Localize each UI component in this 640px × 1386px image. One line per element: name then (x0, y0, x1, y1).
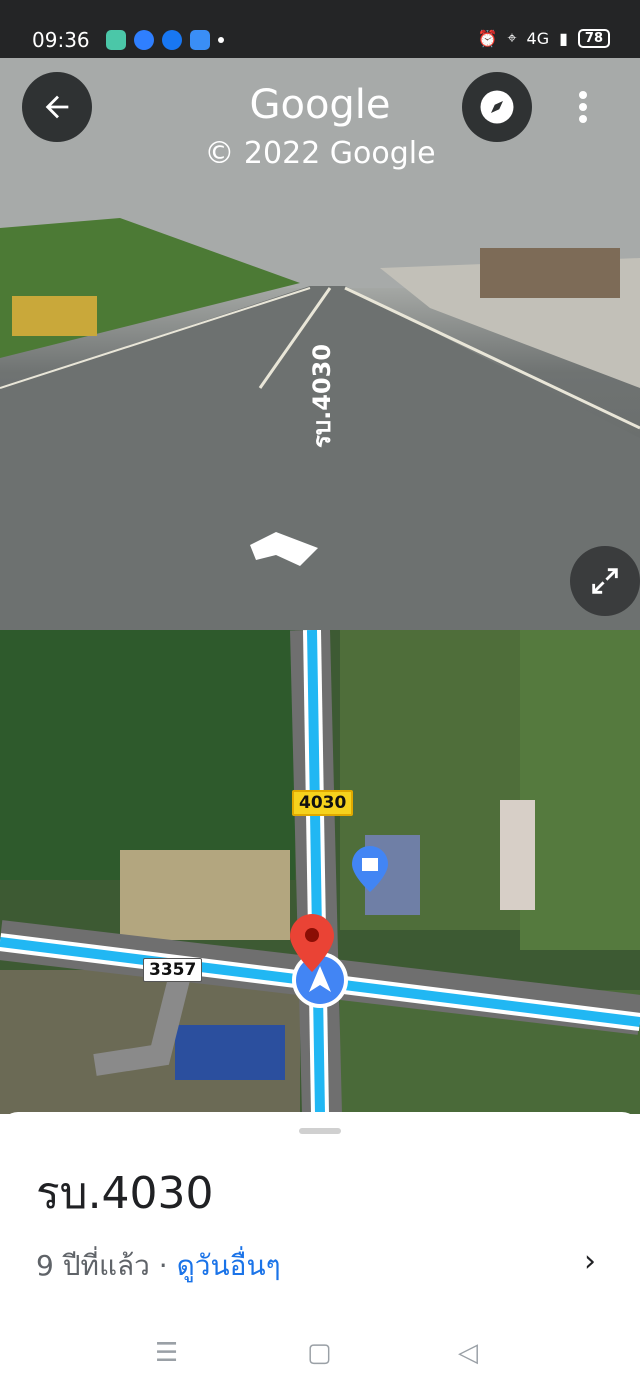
status-time: 09:36 (32, 28, 90, 52)
satellite-map (0, 630, 640, 1114)
chevron-right-icon[interactable]: › (584, 1244, 596, 1279)
app-icon (190, 30, 210, 50)
notification-icons (106, 30, 224, 50)
place-meta: 9 ปีที่แล้ว · ดูวันอื่นๆ (36, 1244, 281, 1288)
back-nav-icon[interactable]: ◁ (458, 1338, 478, 1368)
route-badge-3357: 3357 (143, 958, 203, 982)
imagery-age: 9 ปีที่แล้ว (36, 1249, 150, 1282)
facebook-icon (162, 30, 182, 50)
gallery-icon (106, 30, 126, 50)
expand-button[interactable] (570, 546, 640, 616)
route-badge-4030: 4030 (292, 790, 354, 816)
messenger-icon (134, 30, 154, 50)
expand-icon (592, 568, 618, 594)
more-vertical-icon (579, 91, 587, 123)
brand-title: Google (249, 82, 391, 128)
more-notifications-icon (218, 37, 224, 43)
see-other-dates-link[interactable]: ดูวันอื่นๆ (177, 1249, 281, 1282)
street-view-panorama[interactable]: รบ.4030 Google © 2022 Google (0, 58, 640, 630)
map-view[interactable]: 4030 3357 (0, 630, 640, 1114)
copyright-text: © 2022 Google (204, 136, 436, 171)
place-title: รบ.4030 (36, 1168, 214, 1219)
separator: · (149, 1249, 177, 1282)
bottom-sheet[interactable]: รบ.4030 9 ปีที่แล้ว · ดูวันอื่นๆ › ☰ ▢ ◁ (0, 1112, 640, 1386)
more-menu-button[interactable] (548, 72, 618, 142)
battery-level: 78 (577, 28, 610, 48)
signal-icon: ▮ (559, 28, 568, 48)
location-icon: ⌖ (507, 28, 517, 47)
compass-button[interactable] (462, 72, 532, 142)
menu-icon[interactable]: ☰ (155, 1338, 178, 1368)
alarm-icon: ⏰ (477, 28, 498, 48)
system-nav-bar: ☰ ▢ ◁ (0, 1322, 640, 1386)
compass-icon (480, 90, 514, 124)
drag-handle[interactable] (299, 1128, 341, 1134)
home-icon[interactable]: ▢ (307, 1338, 332, 1368)
status-right: ⏰ ⌖ 4G ▮ 78 (478, 28, 610, 48)
status-bar: 09:36 ⏰ ⌖ 4G ▮ 78 (0, 0, 640, 58)
road-marking-label: รบ.4030 (308, 343, 336, 448)
network-label: 4G (526, 28, 550, 48)
